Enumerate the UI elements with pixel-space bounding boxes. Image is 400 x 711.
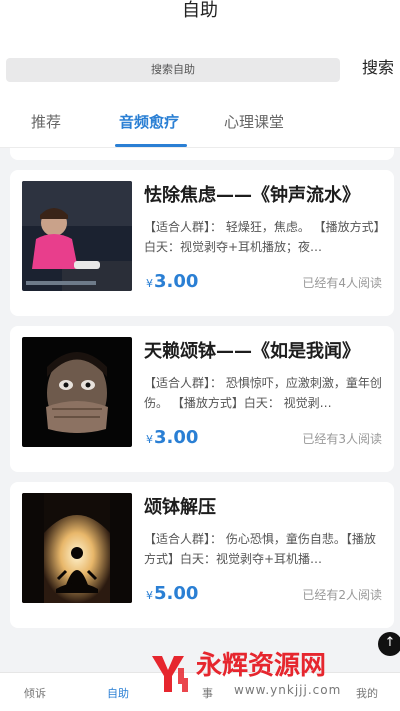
- reader-count: 已经有3人阅读: [302, 432, 382, 446]
- price: ¥5.00: [146, 582, 198, 608]
- price-value: 3.00: [154, 427, 199, 448]
- card-title: 怯除焦虑——《钟声流水》: [144, 185, 360, 206]
- previous-card-edge: [10, 148, 394, 160]
- card-title: 颂钵解压: [144, 497, 216, 518]
- arrow-up-icon: ↑: [384, 635, 396, 650]
- tab-audio-healing[interactable]: 音频愈疗: [119, 112, 179, 132]
- meditation-silhouette-photo: [22, 493, 132, 603]
- nav-item-mine[interactable]: 我的: [356, 687, 378, 701]
- top-bar: 自助 搜索自助 搜索: [0, 0, 400, 100]
- active-tab-indicator: [115, 144, 187, 147]
- list-item[interactable]: 怯除焦虑——《钟声流水》 【适合人群】： 轻燥狂，焦虑。 【播放方式】白天：视觉…: [10, 170, 394, 316]
- child-on-floor-photo: [22, 181, 132, 291]
- nav-item-self-help[interactable]: 自助: [107, 687, 129, 701]
- tab-recommend[interactable]: 推荐: [31, 112, 61, 132]
- nav-item-confide[interactable]: 倾诉: [24, 687, 46, 701]
- price: ¥3.00: [146, 426, 198, 452]
- card-title: 天赖颂钵——《如是我闻》: [144, 341, 360, 362]
- category-tabs: 推荐 音频愈疗 心理课堂: [0, 100, 400, 148]
- reader-count: 已经有2人阅读: [302, 588, 382, 602]
- card-description: 【适合人群】： 轻燥狂，焦虑。 【播放方式】白天：视觉剥夺+耳机播放；夜…: [144, 220, 380, 254]
- reader-count: 已经有4人阅读: [302, 276, 382, 290]
- list-item[interactable]: 颂钵解压 【适合人群】： 伤心恐惧，童伤自悲。【播放方式】白天：视觉剥夺+耳机播…: [10, 482, 394, 628]
- card-description: 【适合人群】： 伤心恐惧，童伤自悲。【播放方式】白天：视觉剥夺+耳机播…: [144, 532, 376, 566]
- card-description: 【适合人群】： 恐惧惊吓，应激刺激，童年创伤。 【播放方式】白天： 视觉剥…: [144, 376, 382, 410]
- frightened-face-photo: [22, 337, 132, 447]
- watermark-logo-icon: [152, 656, 188, 692]
- tab-psych-class[interactable]: 心理课堂: [224, 112, 284, 132]
- page-title: 自助: [182, 0, 218, 21]
- watermark-text: 永辉资源网: [196, 651, 327, 681]
- search-input[interactable]: 搜索自助: [6, 58, 340, 82]
- search-button[interactable]: 搜索: [362, 56, 394, 80]
- currency-symbol: ¥: [146, 277, 153, 290]
- currency-symbol: ¥: [146, 589, 153, 602]
- back-to-top-button[interactable]: ↑: [378, 632, 400, 656]
- nav-item-stories[interactable]: 事: [202, 687, 213, 701]
- currency-symbol: ¥: [146, 433, 153, 446]
- watermark-url: www.ynkjjj.com: [234, 683, 342, 697]
- price: ¥3.00: [146, 270, 198, 296]
- price-value: 5.00: [154, 583, 199, 604]
- list-item[interactable]: 天赖颂钵——《如是我闻》 【适合人群】： 恐惧惊吓，应激刺激，童年创伤。 【播放…: [10, 326, 394, 472]
- price-value: 3.00: [154, 271, 199, 292]
